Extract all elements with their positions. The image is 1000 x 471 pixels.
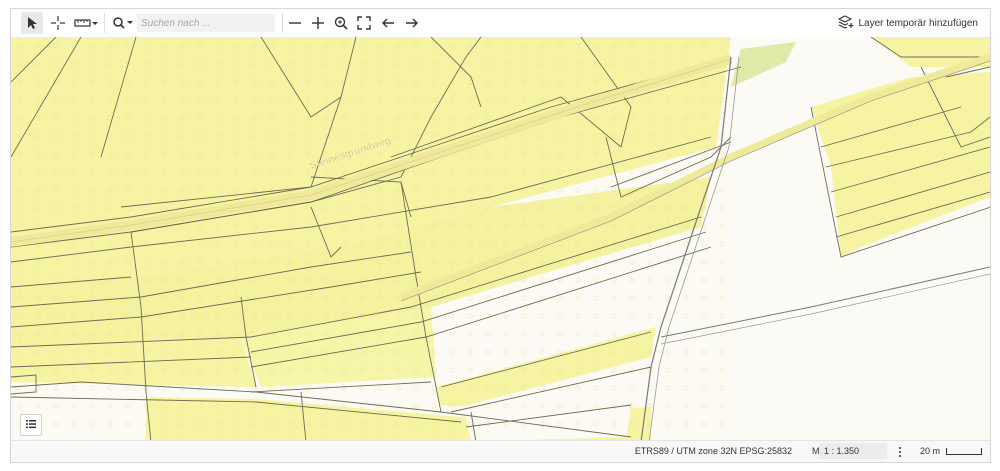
map-viewer: Layer temporär hinzufügen [10, 8, 991, 463]
parcel [731, 42, 796, 87]
back-arrow-icon[interactable] [377, 12, 399, 34]
zoom-in-icon[interactable] [307, 12, 329, 34]
legend-button[interactable] [20, 414, 42, 436]
map-canvas[interactable]: Steinesgrundweg [11, 37, 990, 442]
toolbar-divider [282, 13, 283, 33]
scale-value: 1 : 1.350 [824, 446, 860, 456]
search-input[interactable] [137, 14, 275, 32]
add-layer-label: Layer temporär hinzufügen [858, 17, 978, 29]
map-toolbar: Layer temporär hinzufügen [11, 9, 990, 38]
select-arrow-icon[interactable] [21, 12, 43, 34]
measure-ruler-icon[interactable] [73, 12, 99, 34]
scalebar-label: 20 m [919, 446, 940, 456]
add-temporary-layer-button[interactable]: Layer temporär hinzufügen [838, 14, 978, 32]
cadastral-map: Steinesgrundweg [11, 37, 990, 442]
fullscreen-icon[interactable] [353, 12, 375, 34]
legend-list-icon [26, 416, 36, 434]
toolbar-divider [104, 13, 105, 33]
forward-arrow-icon[interactable] [401, 12, 423, 34]
crosshair-icon[interactable] [47, 12, 69, 34]
scalebar [946, 448, 982, 455]
zoom-to-icon[interactable] [330, 12, 352, 34]
crs-label: ETRS89 / UTM zone 32N EPSG:25832 [634, 446, 792, 456]
layers-plus-icon [838, 14, 854, 32]
zoom-out-icon[interactable] [284, 12, 306, 34]
parcel-areas [11, 37, 990, 442]
status-bar: ETRS89 / UTM zone 32N EPSG:25832 Maßstab… [11, 440, 990, 462]
scale-select[interactable]: 1 : 1.350 [819, 443, 887, 459]
search-icon[interactable] [112, 15, 134, 31]
more-options-icon[interactable] [895, 444, 905, 459]
search-bar [109, 12, 279, 34]
